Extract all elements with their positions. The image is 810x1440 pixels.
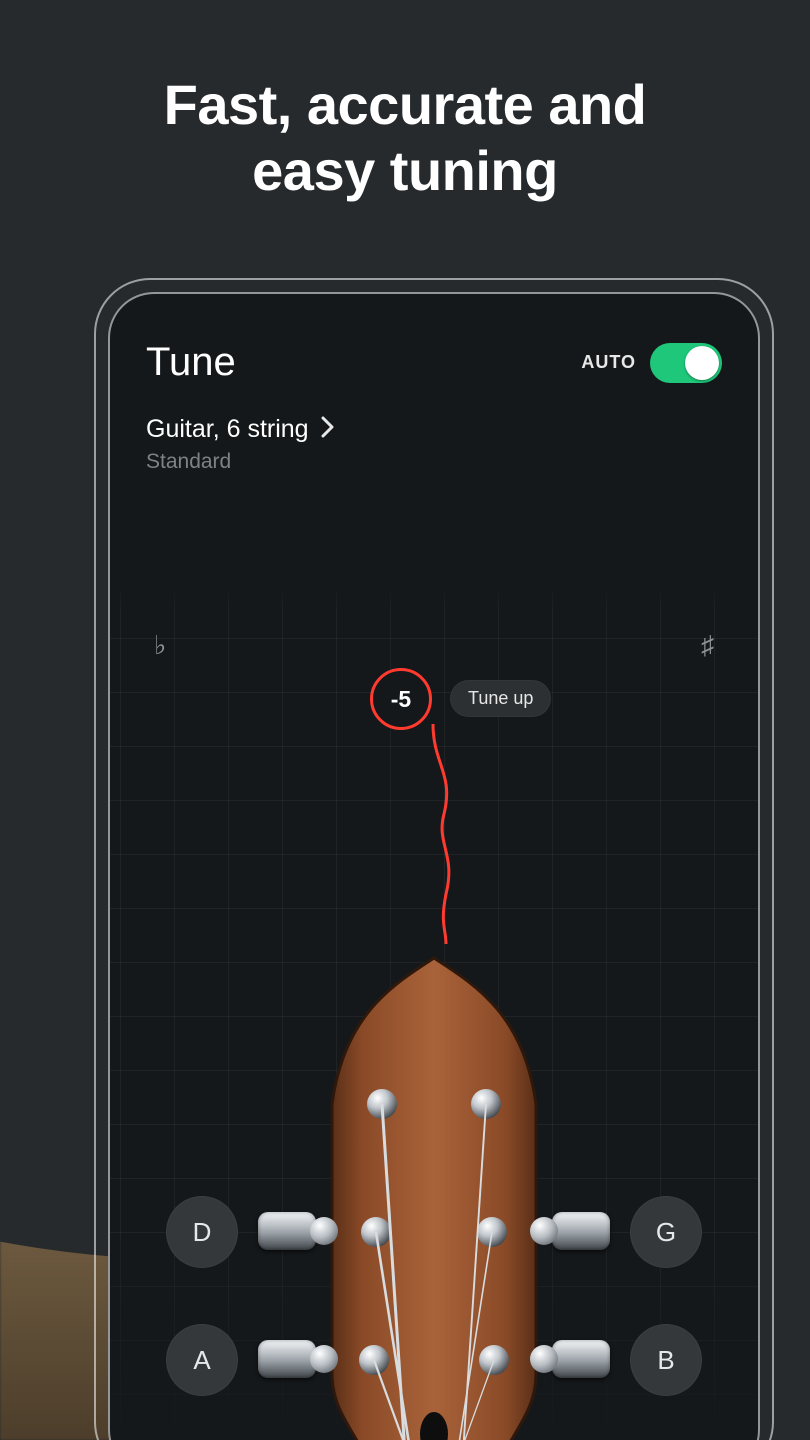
string-button-b[interactable]: B	[630, 1324, 702, 1396]
string-button-a[interactable]: A	[166, 1324, 238, 1396]
top-bar: Tune AUTO	[110, 294, 758, 385]
phone-frame-inner: Tune AUTO Guitar, 6 string	[108, 292, 760, 1440]
tuning-peg-icon	[552, 1340, 610, 1378]
page-title: Tune	[146, 340, 236, 385]
auto-label: AUTO	[581, 352, 636, 373]
string-button-g[interactable]: G	[630, 1196, 702, 1268]
instrument-name: Guitar, 6 string	[146, 415, 309, 444]
marketing-headline: Fast, accurate andeasy tuning	[0, 72, 810, 204]
tuning-peg-icon	[258, 1212, 316, 1250]
tuning-peg-icon	[552, 1212, 610, 1250]
promo-stage: Fast, accurate andeasy tuning Tune AUTO …	[0, 0, 810, 1440]
chevron-right-icon	[321, 416, 335, 443]
phone-frame-outer: Tune AUTO Guitar, 6 string	[94, 278, 774, 1440]
toggle-knob	[685, 346, 719, 380]
tuner-area: ♭ ♯ -5 Tune up	[110, 584, 758, 1440]
tuning-name: Standard	[110, 444, 758, 474]
tuning-hint: Tune up	[450, 680, 551, 717]
auto-toggle-group: AUTO	[581, 343, 722, 383]
auto-toggle[interactable]	[650, 343, 722, 383]
sharp-icon: ♯	[701, 630, 714, 661]
tuning-peg-icon	[258, 1340, 316, 1378]
string-button-d[interactable]: D	[166, 1196, 238, 1268]
app-screen: Tune AUTO Guitar, 6 string	[110, 294, 758, 1440]
cents-readout: -5	[370, 668, 432, 730]
flat-icon: ♭	[154, 630, 166, 661]
instrument-selector[interactable]: Guitar, 6 string	[110, 385, 758, 444]
